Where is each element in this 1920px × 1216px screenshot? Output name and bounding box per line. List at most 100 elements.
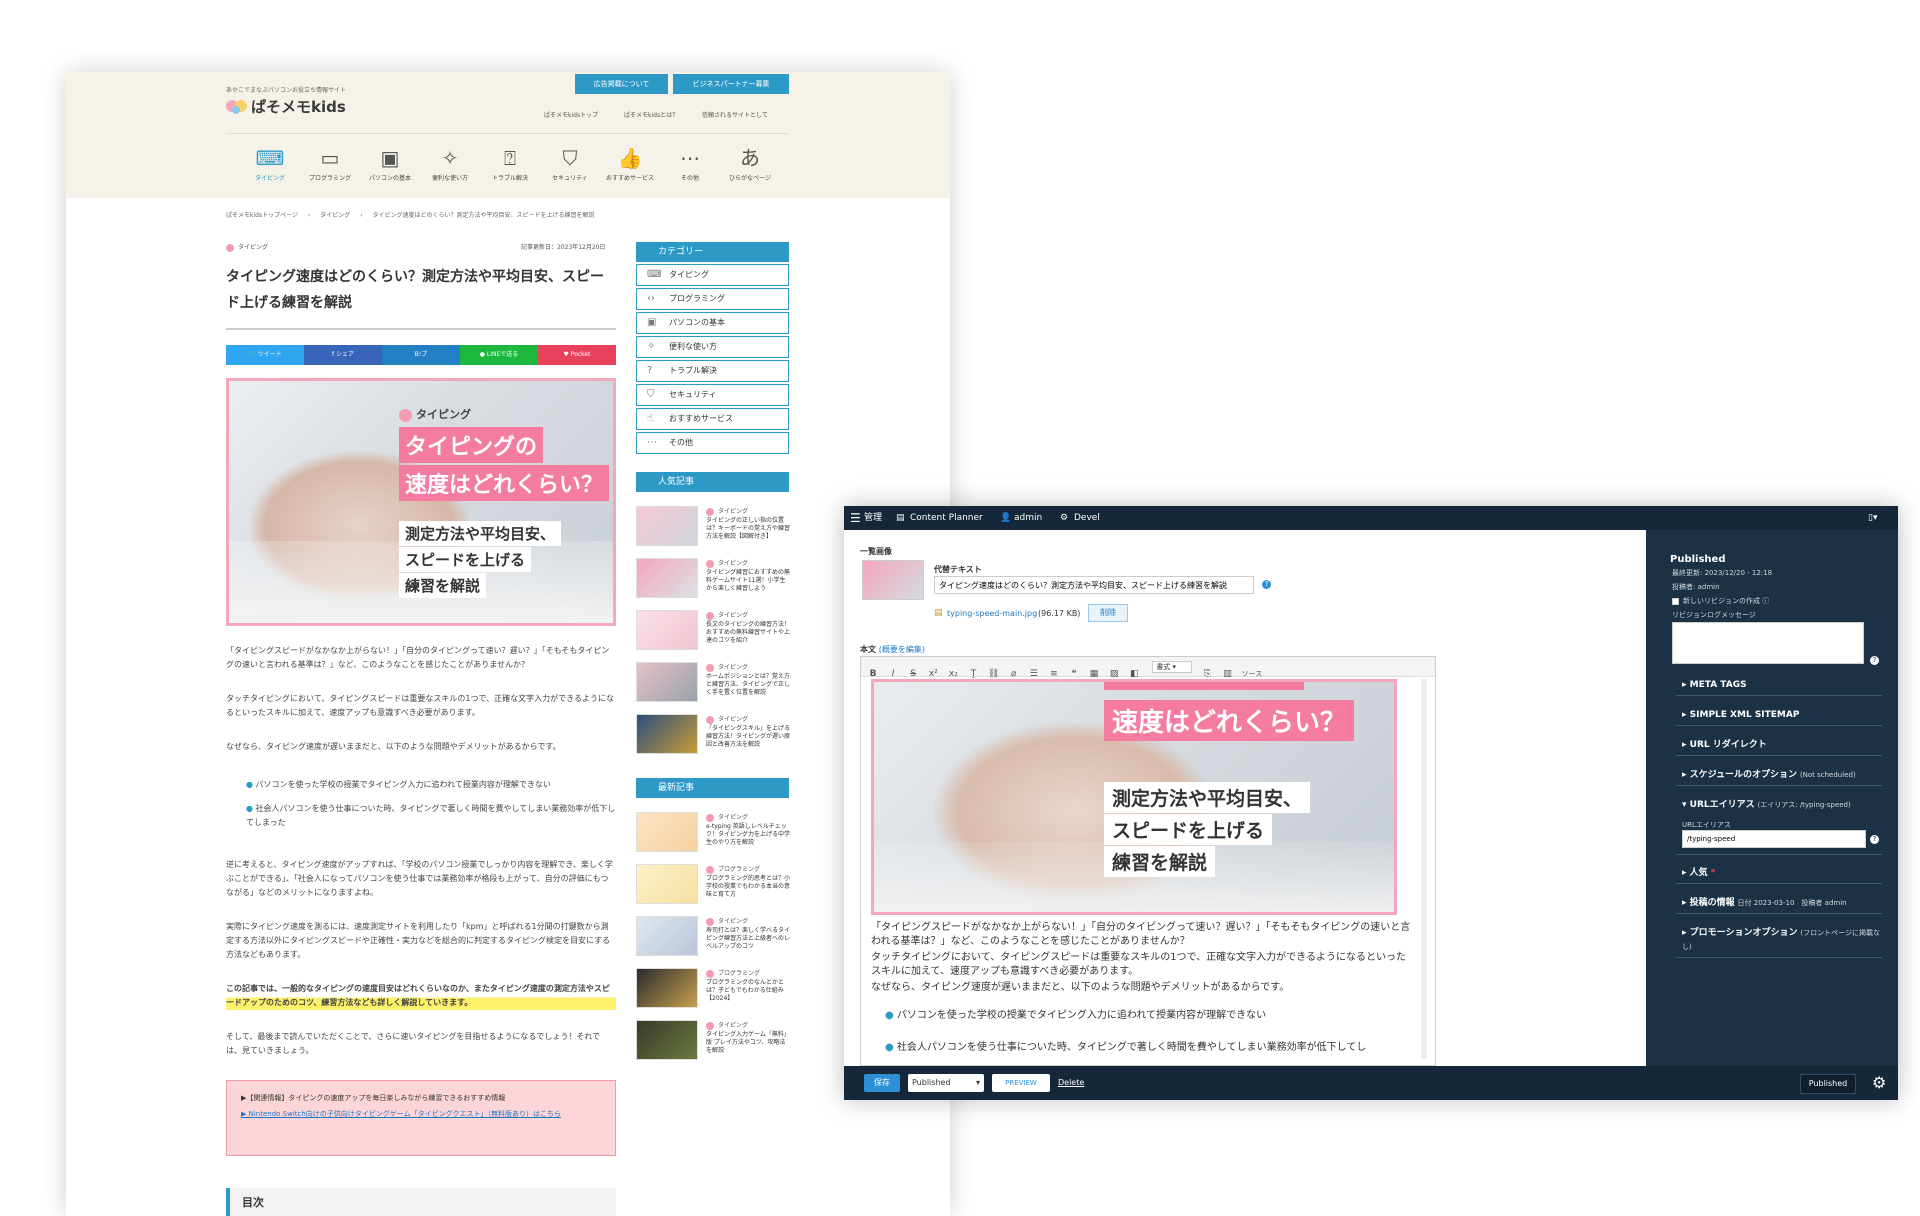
- latest-article[interactable]: プログラミング プログラミング的思考とは？小学校の授業でもわかる本当の意味と育て方: [636, 864, 790, 910]
- popular-article[interactable]: タイピング タイピング練習におすすめの無料ゲームサイト11選！小学生から楽しく練習…: [636, 558, 790, 604]
- publish-status: Published: [1670, 554, 1726, 565]
- popular-article[interactable]: タイピング タイピングの正しい指の位置は？キーボードの覚え方や練習方法を解説【図解…: [636, 506, 790, 552]
- site-header: あやこでまなぶパソコンお役立ち情報サイト ぱそメモkids 広告掲載について ビ…: [66, 72, 950, 198]
- nav-tips[interactable]: ✧ 便利な使い方: [422, 147, 478, 182]
- format-select[interactable]: 書式 ▾: [1152, 661, 1193, 673]
- file-link[interactable]: typing-speed-main.jpg: [947, 609, 1037, 618]
- hero-image: タイピング タイピングの 速度はどれくらい？ 測定方法や平均目安、 スピードを上…: [226, 378, 616, 626]
- share-pocket-button[interactable]: ♥ Pocket: [538, 345, 616, 365]
- menu-icon[interactable]: ☰: [850, 506, 861, 530]
- latest-article[interactable]: タイピング 寿司打とは？楽しく学べるタイピング練習方法と上級者へのレベルアップのコ…: [636, 916, 790, 962]
- checkbox-icon[interactable]: [1672, 597, 1679, 605]
- partner-button[interactable]: ビジネスパートナー募集: [673, 74, 789, 94]
- source-button[interactable]: ソース: [1242, 670, 1263, 678]
- related-info-link[interactable]: ▶ Nintendo Switch向けの子供向けタイピングゲーム「タイピングクエ…: [241, 1108, 601, 1121]
- nav-trouble[interactable]: ⍰ トラブル解決: [482, 147, 538, 182]
- bullet-dot-icon: ●: [885, 1010, 894, 1021]
- hero-line1: タイピングの: [399, 427, 544, 463]
- popular-section[interactable]: ▸ 人気 *: [1676, 862, 1882, 884]
- meta-tags-section[interactable]: ▸ META TAGS: [1676, 674, 1882, 696]
- url-alias-section[interactable]: ▾ URLエイリアス (エイリアス: /typing-speed): [1676, 794, 1882, 816]
- help-icon[interactable]: ?: [1870, 835, 1879, 844]
- file-size: (96.17 KB): [1038, 609, 1081, 618]
- sidebar-cat-tips[interactable]: ✧ 便利な使い方: [636, 336, 789, 358]
- editor-paragraph: タッチタイピングにおいて、タイピングスピードは重要なスキルの1つで、正確な文字入…: [871, 952, 1406, 977]
- share-twitter-button[interactable]: 🐦 ツイート: [226, 345, 304, 365]
- nav-services[interactable]: 👍 おすすめサービス: [602, 147, 658, 182]
- share-hatena-button[interactable]: B!ブ: [382, 345, 460, 365]
- nav-typing[interactable]: ⌨ タイピング: [242, 147, 298, 182]
- site-logo[interactable]: ぱそメモkids: [251, 96, 346, 117]
- share-facebook-button[interactable]: f シェア: [304, 345, 382, 365]
- monitor-icon: ▣: [380, 146, 400, 170]
- delete-link[interactable]: Delete: [1058, 1078, 1084, 1087]
- promotion-options-section[interactable]: ▸ プロモーションオプション (フロントページに掲載なし): [1676, 922, 1882, 958]
- popular-article[interactable]: タイピング ホームポジションとは？覚え方と練習方法、タイピングで正しく手を置く位置…: [636, 662, 790, 708]
- save-button[interactable]: 保存: [864, 1074, 900, 1092]
- toolbar-manage[interactable]: 管理: [864, 506, 882, 530]
- article-title: タイピング速度はどのくらい？測定方法や平均目安、スピード上げる練習を解説: [226, 269, 604, 311]
- hero-line2: 速度はどれくらい？: [399, 465, 610, 501]
- breadcrumb-home[interactable]: ぱそメモkidsトップページ: [226, 212, 298, 219]
- nav-security[interactable]: ⛉ セキュリティ: [542, 147, 598, 182]
- popular-article[interactable]: タイピング 「タイピングスキル」を上げる練習方法！タイピングが遅い原因と改善方法を…: [636, 714, 790, 760]
- top-link-home[interactable]: ぱそメモkidsトップ: [544, 110, 598, 119]
- category-dot-icon: [226, 243, 234, 252]
- url-redirect-section[interactable]: ▸ URL リダイレクト: [1676, 734, 1882, 756]
- ad-info-button[interactable]: 広告掲載について: [575, 74, 668, 94]
- delete-image-button[interactable]: 削除: [1088, 604, 1128, 622]
- article-paragraph: 「タイピングスピードがなかなか上がらない！」「自分のタイピングって速い？遅い？」…: [226, 646, 610, 669]
- share-line-button[interactable]: ● LINEで送る: [460, 345, 538, 365]
- settings-gear-icon[interactable]: ⚙: [1872, 1073, 1886, 1092]
- new-revision-checkbox[interactable]: 新しいリビジョンの作成 ⓘ: [1672, 596, 1769, 606]
- revision-log-textarea[interactable]: [1672, 622, 1864, 664]
- help-icon[interactable]: ?: [1870, 656, 1879, 665]
- published-button[interactable]: Published: [1800, 1074, 1856, 1094]
- toolbar-content-planner[interactable]: Content Planner: [910, 506, 983, 530]
- editor-hero-line1: 速度はどれくらい？: [1104, 700, 1355, 741]
- table-of-contents[interactable]: 目次: [226, 1188, 616, 1216]
- chevron-down-icon: ▾: [975, 1078, 980, 1087]
- help-icon[interactable]: ?: [1262, 580, 1271, 589]
- url-alias-input[interactable]: [1682, 830, 1866, 848]
- device-icon[interactable]: ▯▾: [1868, 506, 1877, 530]
- editor-scrollbar[interactable]: [1421, 679, 1427, 1059]
- status-select[interactable]: Published ▾: [908, 1074, 984, 1092]
- latest-article[interactable]: タイピング e-typing 英語しレベルチェック！タイピング力を上げる中学生のや…: [636, 812, 790, 858]
- toolbar-devel[interactable]: Devel: [1074, 506, 1100, 530]
- edit-summary-link[interactable]: (概要を編集): [879, 645, 925, 654]
- sidebar-category-title: カテゴリー: [636, 242, 789, 262]
- sidebar-cat-typing[interactable]: ⌨ タイピング: [636, 264, 789, 286]
- sidebar-cat-services[interactable]: ☝ おすすめサービス: [636, 408, 789, 430]
- nav-programming[interactable]: ▭ プログラミング: [302, 147, 358, 182]
- sidebar-cat-basics[interactable]: ▣ パソコンの基本: [636, 312, 789, 334]
- xml-sitemap-section[interactable]: ▸ SIMPLE XML SITEMAP: [1676, 704, 1882, 726]
- admin-toolbar: ☰ 管理 ▤ Content Planner 👤 admin ⚙ Devel ▯…: [844, 506, 1898, 530]
- chevron-right-icon: ›: [360, 212, 363, 219]
- preview-button[interactable]: PREVIEW: [992, 1074, 1050, 1092]
- sidebar-cat-other[interactable]: ⋯ その他: [636, 432, 789, 454]
- schedule-options-section[interactable]: ▸ スケジュールのオプション (Not scheduled): [1676, 764, 1882, 786]
- article-paragraph: タッチタイピングにおいて、タイピングスピードは重要なスキルの1つで、正確な文字入…: [226, 694, 614, 717]
- latest-article[interactable]: プログラミング プログラミングのなんとかとは？子どもでもわかる仕組み【2024】: [636, 968, 789, 1014]
- magic-icon: ✧: [647, 341, 656, 352]
- article-category[interactable]: タイピング: [226, 242, 268, 252]
- nav-other[interactable]: ⋯ その他: [662, 147, 718, 182]
- sidebar-cat-trouble[interactable]: ? トラブル解決: [636, 360, 789, 382]
- editor-hero-image: 速度はどれくらい？ 測定方法や平均目安、 スピードを上げる 練習を解説: [871, 679, 1397, 915]
- help-icon[interactable]: ⓘ: [1762, 597, 1769, 605]
- toolbar-user[interactable]: admin: [1014, 506, 1042, 530]
- sidebar-cat-programming[interactable]: ‹› プログラミング: [636, 288, 789, 310]
- nav-pc-basics[interactable]: ▣ パソコンの基本: [362, 147, 418, 182]
- top-link-about[interactable]: ぱそメモkidsとは？: [624, 110, 678, 119]
- monitor-icon: ▣: [647, 317, 657, 328]
- post-info-section[interactable]: ▸ 投稿の情報 日付 2023-03-10 投稿者 admin: [1676, 892, 1882, 914]
- last-updated: 最終更新: 2023/12/20 - 12:18: [1672, 569, 1773, 577]
- latest-article[interactable]: タイピング タイピング入力ゲーム「無料」版 プレイ方法やコツ、攻略法を解説: [636, 1020, 790, 1066]
- sidebar-cat-security[interactable]: ⛉ セキュリティ: [636, 384, 789, 406]
- nav-hiragana[interactable]: あひらがなページ: [722, 147, 778, 182]
- alt-text-input[interactable]: [934, 576, 1254, 594]
- popular-article[interactable]: タイピング 長文のタイピングの練習方法！おすすめの無料練習サイトや上達のコツを紹介: [636, 610, 790, 656]
- breadcrumb-category[interactable]: タイピング: [320, 212, 350, 219]
- top-link-trust[interactable]: 信頼されるサイトとして: [702, 110, 768, 119]
